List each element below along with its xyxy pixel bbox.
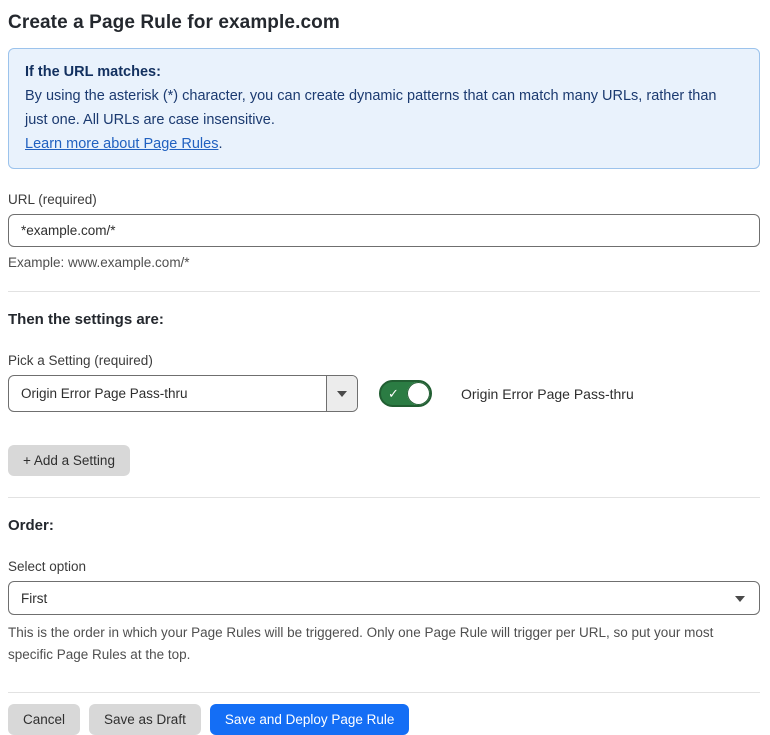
link-suffix: . [218,136,223,152]
divider [8,497,760,498]
divider [8,692,760,693]
save-as-draft-button[interactable]: Save as Draft [89,704,201,735]
setting-picker-dropdown[interactable]: Origin Error Page Pass-thru [8,375,358,412]
add-setting-row: + Add a Setting [8,445,760,476]
info-box-body: By using the asterisk (*) character, you… [25,88,717,128]
create-page-rule-form: Create a Page Rule for example.com If th… [0,0,770,735]
order-select[interactable]: First [8,581,760,615]
setting-toggle-wrap: ✓ Origin Error Page Pass-thru [379,380,634,407]
setting-picker-label: Pick a Setting (required) [8,353,153,368]
footer-button-row: Cancel Save as Draft Save and Deploy Pag… [8,704,760,735]
save-and-deploy-button[interactable]: Save and Deploy Page Rule [209,704,410,735]
order-select-value: First [21,590,48,606]
page-title: Create a Page Rule for example.com [8,12,340,33]
url-input[interactable] [8,214,760,247]
cancel-button[interactable]: Cancel [8,704,81,735]
chevron-down-icon [337,390,347,397]
settings-section-heading: Then the settings are: [8,311,164,328]
chevron-down-icon [735,596,745,602]
setting-picker-row: Origin Error Page Pass-thru ✓ Origin Err… [8,375,760,412]
learn-more-link[interactable]: Learn more about Page Rules [25,136,218,152]
setting-picker-arrow-button[interactable] [326,376,357,411]
divider [8,291,760,292]
url-field-helper: Example: www.example.com/* [8,255,190,270]
check-icon: ✓ [388,386,399,401]
setting-toggle-label: Origin Error Page Pass-thru [461,385,634,402]
info-box-heading: If the URL matches: [25,64,161,80]
order-helper-text: This is the order in which your Page Rul… [8,625,714,662]
setting-toggle[interactable]: ✓ [379,380,432,407]
setting-picker-value: Origin Error Page Pass-thru [21,386,188,401]
toggle-knob [407,382,430,405]
add-setting-button[interactable]: + Add a Setting [8,445,130,476]
url-field-label: URL (required) [8,192,97,207]
info-box-link-line: Learn more about Page Rules. [25,132,743,156]
order-section-heading: Order: [8,517,54,534]
url-match-info-box: If the URL matches: By using the asteris… [8,48,760,169]
order-select-label: Select option [8,559,87,574]
